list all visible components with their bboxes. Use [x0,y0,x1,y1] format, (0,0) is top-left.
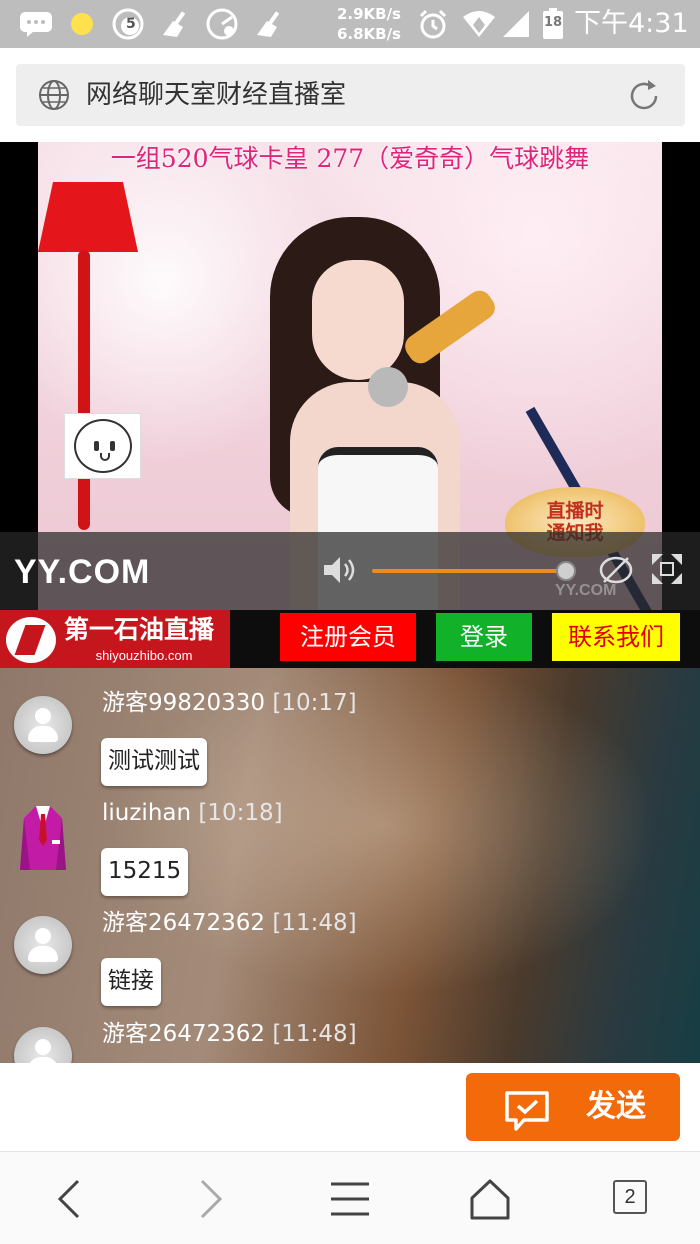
default-avatar-icon [14,916,72,974]
video-marquee: 一组520气球卡皇 277（爱奇奇）气球跳舞 [110,144,590,173]
video-control-bar: YY.COM YY.COM [0,532,700,610]
send-button[interactable]: 发送 [466,1073,680,1141]
chat-username: 游客99820330 [102,690,266,716]
wifi-icon [460,8,498,40]
brand-logo[interactable]: 第一石油直播 shiyouzhibo.com [0,610,230,668]
network-speed-up: 2.9KB/s [336,5,401,23]
suit-avatar-icon [16,800,70,872]
yy-logo: YY.COM [14,553,151,591]
page-title: 网络聊天室财经直播室 [86,80,347,110]
address-bar[interactable]: 网络聊天室财经直播室 [16,64,685,126]
alarm-icon [416,8,450,40]
yy-watermark: YY.COM [555,582,617,599]
register-button[interactable]: 注册会员 [280,613,416,661]
chat-message: 游客26472362 [11:48] 链接 [0,888,700,1006]
volume-slider[interactable] [372,561,576,581]
browser-bottom-nav: 2 [0,1151,700,1244]
video-player[interactable]: 一组520气球卡皇 277（爱奇奇）气球跳舞 直播时 通知我 YY.COM YY… [0,142,700,610]
cartoon-sticker [64,413,141,479]
chat-sender: liuzihan [10:18] [102,798,283,828]
chat-input-area: 发送 [10,1063,692,1151]
brand-emblem-icon [6,617,56,663]
cleaner-icon [252,8,288,40]
status-bar: 5 2.9KB/s 6.8KB/s 18 下午4:31 [0,0,700,48]
chat-time: [11:48] [272,910,357,936]
contact-button[interactable]: 联系我们 [552,613,680,661]
site-nav: 第一石油直播 shiyouzhibo.com 注册会员 登录 联系我们 [0,610,700,668]
network-speed-down: 6.8KB/s [336,25,401,43]
badge-counter-icon: 5 [110,8,146,40]
lamp-stem [78,250,90,530]
globe-icon [38,79,70,111]
chat-username: 游客26472362 [102,1021,266,1047]
message-icon [18,8,54,40]
battery-level: 18 [544,15,563,30]
microphone [368,367,408,407]
login-button[interactable]: 登录 [436,613,532,661]
volume-icon[interactable] [322,554,358,586]
reload-icon[interactable] [626,78,662,114]
brand-domain: shiyouzhibo.com [95,648,193,663]
volume-fill [372,569,566,573]
default-avatar-icon [14,696,72,754]
chat-time: [10:17] [272,690,357,716]
chat-sender: 游客99820330 [10:17] [102,688,357,718]
battery-icon: 18 [540,8,566,40]
broom-icon [158,8,194,40]
menu-icon[interactable] [327,1176,373,1222]
chat-message: liuzihan [10:18] 15215 [0,778,700,896]
back-icon[interactable] [48,1176,94,1222]
speed-dial-icon [204,8,240,40]
default-avatar-icon [14,1027,72,1063]
chat-username: liuzihan [102,800,192,826]
chat-message: 游客99820330 [10:17] 测试测试 [0,668,700,786]
lamp-shade [38,182,138,252]
home-icon[interactable] [467,1176,513,1222]
fullscreen-icon[interactable] [650,552,684,586]
browser-address-area: 网络聊天室财经直播室 [0,48,700,142]
tabs-count-button[interactable]: 2 [613,1180,647,1214]
notification-dot-icon [68,8,96,40]
chat-sender: 游客26472362 [11:48] [102,908,357,938]
chat-username: 游客26472362 [102,910,266,936]
status-clock: 下午4:31 [574,8,689,39]
live-notify-line1: 直播时 [546,500,604,522]
send-button-label: 发送 [586,1089,646,1124]
volume-knob[interactable] [555,561,576,581]
chat-message: 游客26472362 [11:48] [0,999,700,1063]
chat-time: [10:18] [198,800,283,826]
signal-icon [500,8,532,40]
chat-time: [11:48] [272,1021,357,1047]
badge-counter-value: 5 [126,16,136,32]
chat-input[interactable] [10,1063,460,1151]
chat-sender: 游客26472362 [11:48] [102,1019,357,1049]
chat-area[interactable]: 游客99820330 [10:17] 测试测试 liuzihan [10:18]… [0,668,700,1063]
forward-icon[interactable] [186,1176,232,1222]
brand-name: 第一石油直播 [64,615,215,644]
network-speed: 2.9KB/s 6.8KB/s [333,4,401,44]
streamer-face [312,260,404,380]
chat-bubble-check-icon [504,1089,550,1131]
